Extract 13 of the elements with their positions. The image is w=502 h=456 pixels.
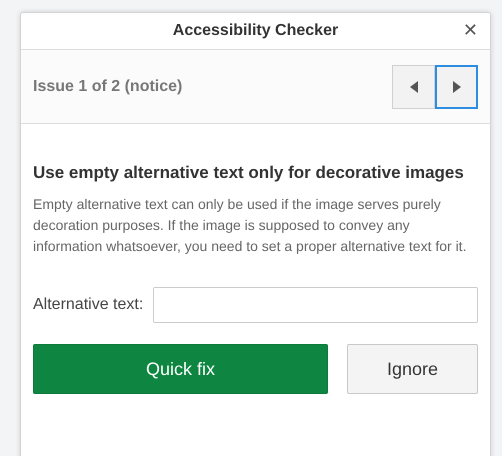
right-triangle-icon [452, 80, 460, 92]
close-button[interactable]: ✕ [460, 20, 480, 41]
issue-counter: Issue 1 of 2 (notice) [33, 78, 182, 96]
ignore-button[interactable]: Ignore [347, 344, 478, 394]
previous-button[interactable] [392, 64, 435, 108]
left-triangle-icon [410, 80, 418, 92]
issue-description: Empty alternative text can only be used if the image serves purely decoration purposes. If the image is supposed to convey any information whatsoever, you need to set a proper alternative text for it. [33, 195, 468, 256]
next-button[interactable] [435, 64, 478, 108]
dialog-title: Accessibility Checker [172, 22, 338, 40]
alternative-text-field[interactable] [153, 287, 478, 323]
field-label: Alternative text: [33, 296, 144, 314]
issue-heading: Use empty alternative text only for decorative images [33, 162, 465, 184]
quick-fix-button[interactable]: Quick fix [33, 344, 328, 394]
